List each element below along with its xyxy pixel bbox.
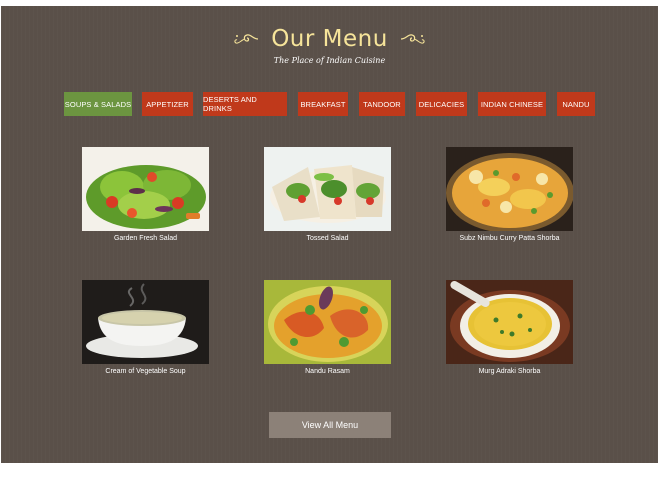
vegetable-soup-image[interactable] bbox=[82, 280, 209, 364]
menu-item-name: Garden Fresh Salad bbox=[113, 235, 178, 242]
menu-item-name: Nandu Rasam bbox=[305, 368, 350, 375]
menu-item[interactable]: Nandu Rasam bbox=[264, 280, 391, 375]
garden-salad-image[interactable] bbox=[82, 147, 209, 231]
menu-item-name: Cream of Vegetable Soup bbox=[105, 368, 186, 375]
tab-delicacies[interactable]: Delicacies bbox=[416, 92, 467, 116]
left-flourish-icon bbox=[234, 34, 258, 44]
tab-breakfast[interactable]: Breakfast bbox=[298, 92, 348, 116]
menu-section: Our Menu The Place of Indian Cuisine Sou… bbox=[1, 6, 658, 463]
menu-item-name: Tossed Salad bbox=[306, 235, 349, 242]
page-subtitle: The Place of Indian Cuisine bbox=[273, 56, 386, 65]
tab-deserts-drinks[interactable]: Deserts and Drinks bbox=[203, 92, 287, 116]
menu-item[interactable]: Cream of Vegetable Soup bbox=[82, 280, 209, 375]
tab-indian-chinese[interactable]: Indian Chinese bbox=[478, 92, 546, 116]
right-flourish-icon bbox=[401, 34, 425, 44]
nandu-rasam-image[interactable] bbox=[264, 280, 391, 364]
page-title: Our Menu bbox=[271, 26, 388, 52]
view-all-menu-button[interactable]: View All Menu bbox=[269, 412, 391, 438]
tab-appetizer[interactable]: Appetizer bbox=[142, 92, 193, 116]
tab-nandu[interactable]: Nandu bbox=[557, 92, 595, 116]
menu-item-name: Murg Adraki Shorba bbox=[478, 368, 541, 375]
subz-shorba-image[interactable] bbox=[446, 147, 573, 231]
menu-item-name: Subz Nimbu Curry Patta Shorba bbox=[459, 235, 560, 242]
tab-soups-salads[interactable]: Soups & Salads bbox=[64, 92, 132, 116]
menu-item[interactable]: Tossed Salad bbox=[264, 147, 391, 242]
title-row: Our Menu bbox=[1, 26, 658, 52]
menu-item[interactable]: Murg Adraki Shorba bbox=[446, 280, 573, 375]
category-tabs: Soups & Salads Appetizer Deserts and Dri… bbox=[1, 92, 658, 118]
tab-tandoor[interactable]: Tandoor bbox=[359, 92, 405, 116]
menu-item[interactable]: Garden Fresh Salad bbox=[82, 147, 209, 242]
tossed-salad-image[interactable] bbox=[264, 147, 391, 231]
menu-item[interactable]: Subz Nimbu Curry Patta Shorba bbox=[446, 147, 573, 242]
murg-shorba-image[interactable] bbox=[446, 280, 573, 364]
